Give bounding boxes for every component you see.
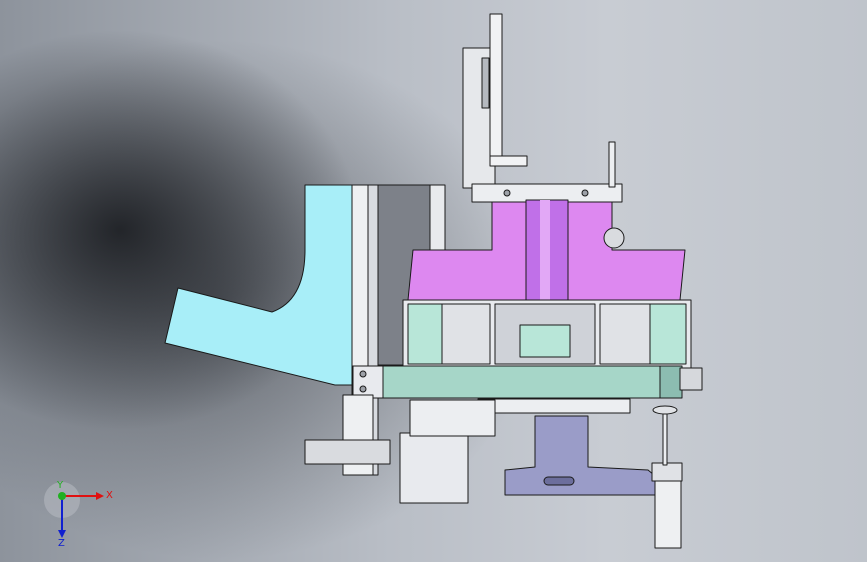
screw-icon — [503, 189, 511, 197]
post-connector[interactable] — [651, 462, 683, 482]
mint-center-block[interactable] — [519, 324, 571, 358]
screw-icon — [359, 385, 367, 393]
triad-y-label: Y — [56, 480, 64, 491]
panel-column[interactable] — [429, 184, 446, 256]
carriage-plate[interactable] — [409, 399, 496, 437]
mint-slide-left[interactable] — [407, 303, 443, 365]
cyan-side-plate[interactable] — [164, 184, 353, 386]
knob[interactable] — [603, 227, 625, 249]
x-arrow-head — [96, 492, 104, 500]
l-bracket[interactable] — [489, 155, 528, 167]
teal-base-plate[interactable] — [352, 365, 681, 399]
screw-icon — [581, 189, 589, 197]
pin-head[interactable] — [652, 405, 678, 415]
cad-viewport[interactable]: X Y Z — [0, 0, 867, 562]
belt-teeth — [481, 57, 490, 109]
slate-lower-bracket[interactable] — [504, 415, 666, 496]
orientation-triad: X Y Z — [44, 480, 113, 548]
small-pin[interactable] — [662, 409, 668, 466]
cylinder-block[interactable] — [399, 432, 469, 504]
right-vertical-post[interactable] — [654, 477, 682, 549]
z-arrow-head — [58, 530, 66, 538]
vertical-shaft-plate[interactable] — [489, 13, 503, 165]
bracket-base[interactable] — [304, 439, 391, 465]
triad-z-label: Z — [58, 538, 65, 548]
linear-bearing-right[interactable] — [599, 303, 651, 365]
left-base-clamp[interactable] — [352, 365, 384, 399]
y-axis-dot — [58, 492, 66, 500]
base-plate-end[interactable] — [659, 365, 683, 399]
cylinder-highlight — [540, 200, 550, 300]
linear-bearing-left[interactable] — [441, 303, 491, 365]
top-cross-plate[interactable] — [471, 183, 623, 203]
pin-post[interactable] — [608, 141, 616, 188]
screw-icon — [359, 370, 367, 378]
mint-slide-right[interactable] — [649, 303, 687, 365]
mechanism-assembly-model[interactable] — [0, 0, 867, 562]
triad-x-label: X — [106, 490, 113, 501]
slot-hole — [543, 476, 575, 486]
lower-guide-rod[interactable] — [477, 398, 631, 414]
right-cable-block[interactable] — [679, 367, 703, 391]
